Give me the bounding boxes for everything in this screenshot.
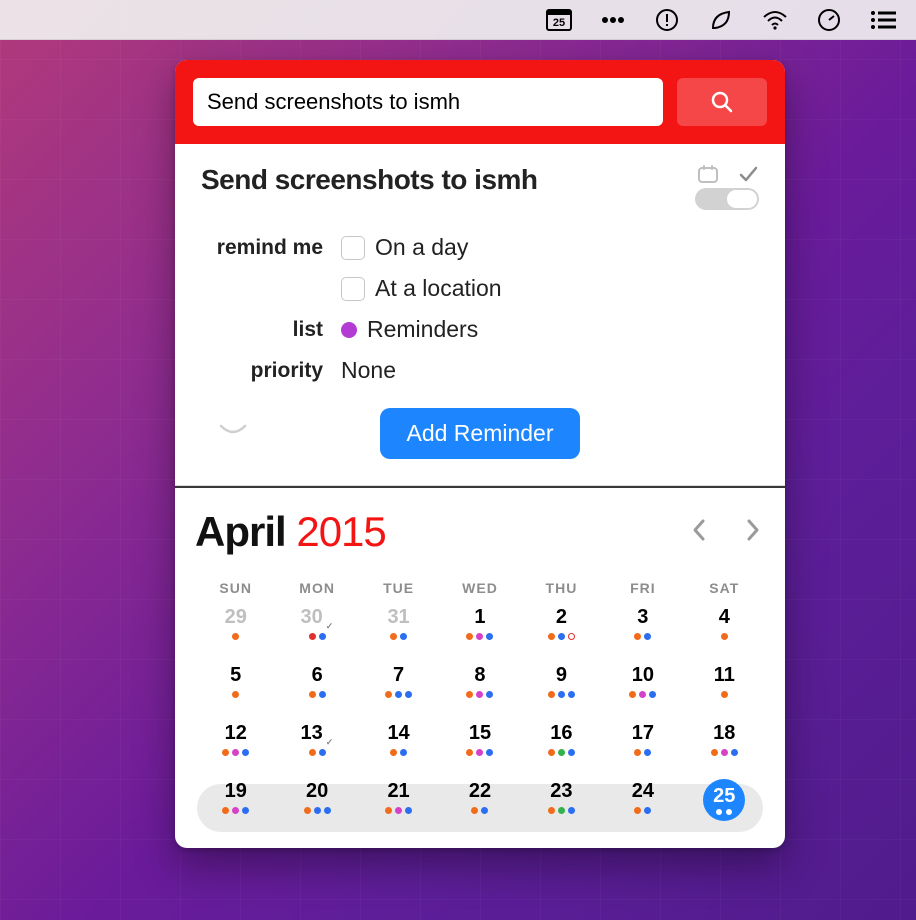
checkbox-on-a-day[interactable] xyxy=(341,236,365,260)
search-bar xyxy=(175,60,785,144)
menubar-status-icon[interactable] xyxy=(654,7,680,33)
menubar: 25 xyxy=(0,0,916,40)
calendar-grid: 2930311234567891011121314151617181920212… xyxy=(195,606,765,830)
day-cell[interactable]: 31 xyxy=(358,606,439,656)
label-list: list xyxy=(201,318,341,342)
add-reminder-button[interactable]: Add Reminder xyxy=(380,408,579,459)
prev-month-button[interactable] xyxy=(687,514,711,551)
menubar-more-icon[interactable] xyxy=(600,7,626,33)
weekday-label: TUE xyxy=(358,580,439,596)
weekday-label: SAT xyxy=(684,580,765,596)
day-cell[interactable]: 24 xyxy=(602,780,683,830)
day-cell[interactable]: 13 xyxy=(276,722,357,772)
menubar-clock-icon[interactable] xyxy=(816,7,842,33)
menubar-list-icon[interactable] xyxy=(870,7,896,33)
priority-value: None xyxy=(341,357,396,384)
day-cell[interactable]: 12 xyxy=(195,722,276,772)
search-icon xyxy=(710,90,734,114)
day-cell[interactable]: 4 xyxy=(684,606,765,656)
day-cell[interactable]: 15 xyxy=(439,722,520,772)
day-cell[interactable]: 29 xyxy=(195,606,276,656)
menubar-calendar-icon[interactable]: 25 xyxy=(546,7,572,33)
weekday-header: SUNMONTUEWEDTHUFRISAT xyxy=(195,580,765,596)
weekday-label: THU xyxy=(521,580,602,596)
quick-entry-input[interactable] xyxy=(193,78,663,126)
day-cell[interactable]: 18 xyxy=(684,722,765,772)
section-divider xyxy=(175,486,785,488)
day-cell[interactable]: 20 xyxy=(276,780,357,830)
day-cell[interactable]: 5 xyxy=(195,664,276,714)
chevron-right-icon xyxy=(745,518,761,542)
day-cell[interactable]: 25 xyxy=(684,780,765,830)
task-title: Send screenshots to ismh xyxy=(201,164,538,196)
weekday-label: WED xyxy=(439,580,520,596)
expand-chevron-icon[interactable] xyxy=(219,424,247,443)
event-mode-icon xyxy=(697,164,719,184)
day-cell[interactable]: 8 xyxy=(439,664,520,714)
task-panel: Send screenshots to ismh remind me On a … xyxy=(175,144,785,486)
day-cell[interactable]: 6 xyxy=(276,664,357,714)
calendar-panel: April 2015 SUNMONTUEWEDTHUFRISAT 2930311… xyxy=(175,488,785,848)
menubar-wifi-icon[interactable] xyxy=(762,7,788,33)
day-cell[interactable]: 16 xyxy=(521,722,602,772)
day-cell[interactable]: 10 xyxy=(602,664,683,714)
next-month-button[interactable] xyxy=(741,514,765,551)
day-cell[interactable]: 7 xyxy=(358,664,439,714)
day-cell[interactable]: 14 xyxy=(358,722,439,772)
list-color-dot xyxy=(341,322,357,338)
list-picker[interactable]: Reminders xyxy=(341,316,478,343)
weekday-label: FRI xyxy=(602,580,683,596)
search-button[interactable] xyxy=(677,78,767,126)
chevron-left-icon xyxy=(691,518,707,542)
day-cell[interactable]: 11 xyxy=(684,664,765,714)
day-cell[interactable]: 21 xyxy=(358,780,439,830)
label-priority: priority xyxy=(201,359,341,383)
reminder-mode-icon xyxy=(737,164,759,184)
day-cell[interactable]: 19 xyxy=(195,780,276,830)
day-cell[interactable]: 2 xyxy=(521,606,602,656)
label-remind-me: remind me xyxy=(201,236,341,260)
month-title: April 2015 xyxy=(195,508,386,556)
day-cell[interactable]: 30 xyxy=(276,606,357,656)
list-value: Reminders xyxy=(367,316,478,343)
popover: Send screenshots to ismh remind me On a … xyxy=(175,60,785,848)
day-cell[interactable]: 9 xyxy=(521,664,602,714)
day-cell[interactable]: 1 xyxy=(439,606,520,656)
day-cell[interactable]: 23 xyxy=(521,780,602,830)
priority-picker[interactable]: None xyxy=(341,357,396,384)
option-on-a-day: On a day xyxy=(375,234,468,261)
checkbox-at-location[interactable] xyxy=(341,277,365,301)
day-cell[interactable]: 17 xyxy=(602,722,683,772)
type-toggle-switch[interactable] xyxy=(695,188,759,210)
menubar-leaf-icon[interactable] xyxy=(708,7,734,33)
weekday-label: SUN xyxy=(195,580,276,596)
day-cell[interactable]: 22 xyxy=(439,780,520,830)
day-cell[interactable]: 3 xyxy=(602,606,683,656)
weekday-label: MON xyxy=(276,580,357,596)
svg-text:25: 25 xyxy=(553,17,565,29)
option-at-location: At a location xyxy=(375,275,502,302)
